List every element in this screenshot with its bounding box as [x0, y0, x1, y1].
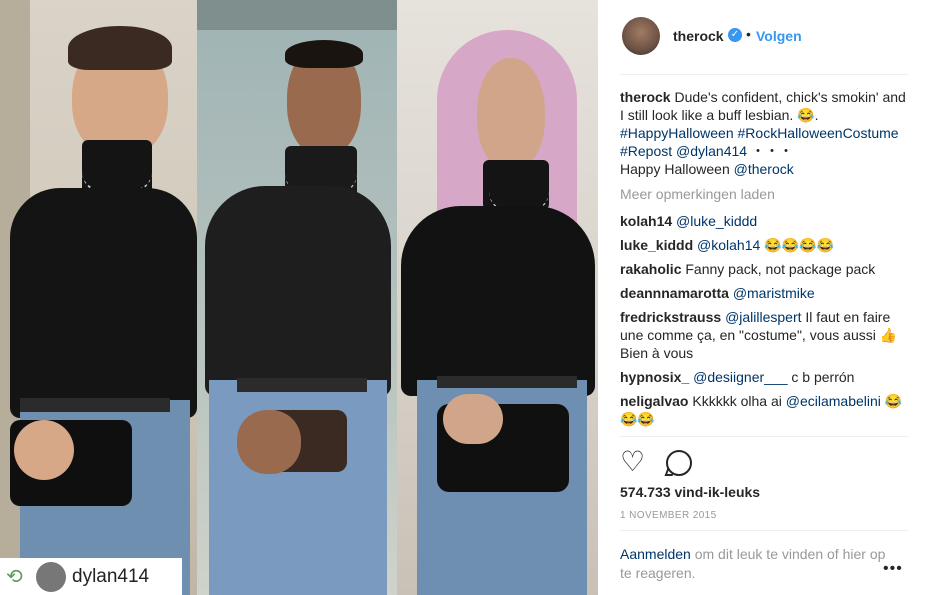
comment-text: c b perrón: [787, 369, 855, 385]
comment-username[interactable]: hypnosix_: [620, 369, 689, 385]
comment-item: deannnamarotta @maristmike: [620, 284, 912, 302]
comment-username[interactable]: kolah14: [620, 213, 672, 229]
repost-icon: ⟲: [6, 566, 23, 588]
comment-mention[interactable]: @jalillespert: [725, 309, 801, 325]
comment-text: Fanny pack, not package pack: [685, 261, 876, 277]
login-prompt: Aanmelden om dit leuk te vinden of hier …: [620, 545, 890, 583]
comment-username[interactable]: luke_kiddd: [620, 237, 693, 253]
caption-greeting: Happy Halloween: [620, 161, 730, 177]
comment-text: Kkkkkk olha ai: [692, 393, 786, 409]
comment-item: rakaholic Fanny pack, not package pack: [620, 260, 912, 278]
follow-button[interactable]: Volgen: [756, 28, 802, 44]
caption-ellipsis: ・・・: [750, 143, 793, 159]
comment-item: hypnosix_ @desiigner___ c b perrón: [620, 368, 912, 386]
header-divider: [620, 74, 908, 75]
caption-mention[interactable]: @therock: [734, 161, 794, 177]
comment-mention[interactable]: @ecilamabelini: [786, 393, 881, 409]
footer-divider: [620, 530, 908, 531]
belt: [237, 378, 367, 392]
post-sidebar: therock ✓ • Volgen therock Dude's confid…: [598, 0, 930, 595]
comment-username[interactable]: rakaholic: [620, 261, 681, 277]
heart-icon[interactable]: ♡: [620, 448, 645, 476]
comment-username[interactable]: deannnamarotta: [620, 285, 729, 301]
caption-repost-line[interactable]: #Repost @dylan414: [620, 143, 747, 159]
belt: [20, 398, 170, 412]
comments-section: therock Dude's confident, chick's smokin…: [620, 88, 912, 434]
verified-badge-icon: ✓: [728, 28, 742, 42]
more-options-icon[interactable]: •••: [883, 560, 903, 578]
sweater: [10, 188, 197, 418]
comments-divider: [620, 436, 908, 437]
belt: [437, 376, 577, 388]
caption-hashtags[interactable]: #HappyHalloween #RockHalloweenCostume: [620, 125, 899, 141]
post-actions: ♡: [620, 448, 912, 476]
photo-panel-left: [0, 0, 197, 595]
hair: [285, 40, 363, 68]
comment-username[interactable]: neligalvao: [620, 393, 688, 409]
hand: [14, 420, 74, 480]
photo-panel-middle: [197, 0, 397, 595]
load-more-comments-button[interactable]: Meer opmerkingen laden: [620, 185, 912, 203]
hair: [68, 26, 172, 70]
person-face: [477, 58, 545, 170]
repost-username: dylan414: [72, 565, 150, 587]
post-photo[interactable]: ⟲ dylan414: [0, 0, 598, 595]
comment-text: 😂😂😂😂: [760, 237, 834, 253]
sweater: [205, 186, 391, 396]
comment-mention[interactable]: @luke_kiddd: [676, 213, 757, 229]
comment-mention[interactable]: @kolah14: [697, 237, 760, 253]
repost-badge: ⟲ dylan414: [0, 558, 182, 595]
hand: [443, 394, 503, 444]
comment-item: luke_kiddd @kolah14 😂😂😂😂: [620, 236, 912, 254]
caption-author[interactable]: therock: [620, 89, 671, 105]
login-link[interactable]: Aanmelden: [620, 546, 691, 562]
like-count[interactable]: 574.733 vind-ik-leuks: [620, 484, 760, 500]
repost-avatar: [36, 561, 66, 592]
post-date: 1 NOVEMBER 2015: [620, 510, 717, 521]
hand: [237, 410, 301, 474]
photo-panel-right: [397, 0, 598, 595]
comment-item: neligalvao Kkkkkk olha ai @ecilamabelini…: [620, 392, 912, 428]
header-separator: •: [746, 26, 751, 42]
comment-item: fredrickstrauss @jalillespert Il faut en…: [620, 308, 912, 362]
comment-item: kolah14 @luke_kiddd: [620, 212, 912, 230]
avatar[interactable]: [622, 17, 660, 55]
caption: therock Dude's confident, chick's smokin…: [620, 88, 912, 178]
sweater: [401, 206, 595, 396]
comment-username[interactable]: fredrickstrauss: [620, 309, 721, 325]
comment-mention[interactable]: @maristmike: [733, 285, 815, 301]
comment-mention[interactable]: @desiigner___: [693, 369, 787, 385]
post-author-username[interactable]: therock: [673, 28, 724, 44]
